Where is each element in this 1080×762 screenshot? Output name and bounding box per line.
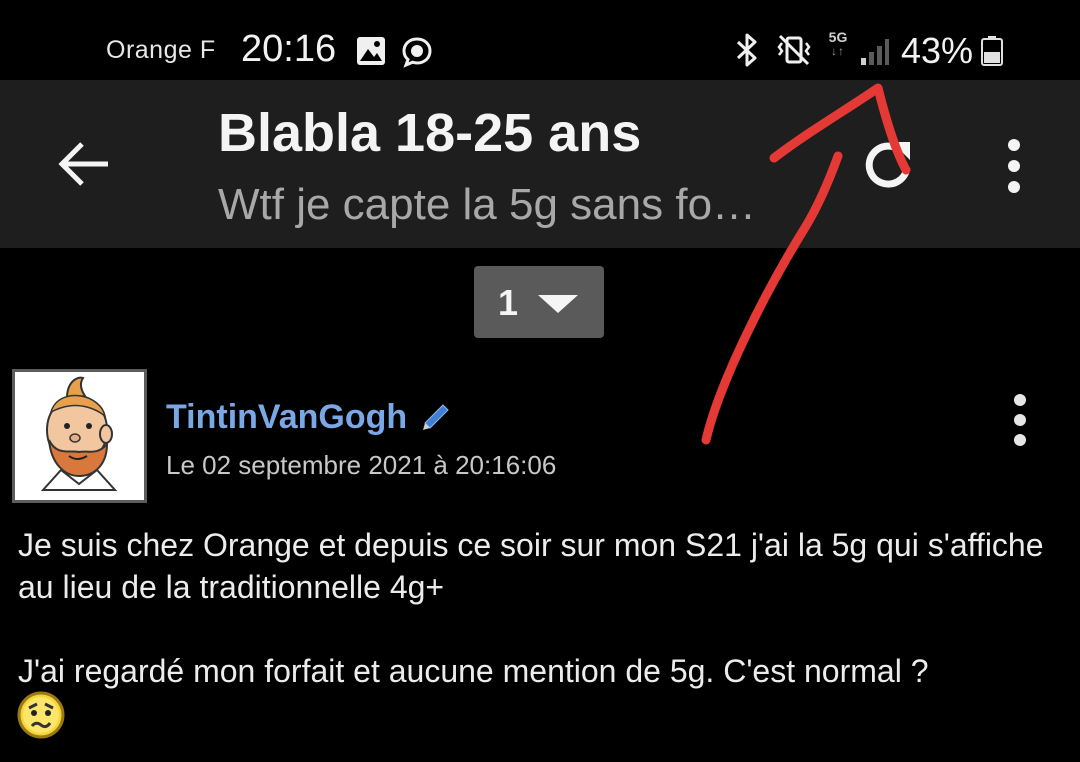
more-vert-icon[interactable]	[990, 136, 1038, 196]
avatar-image	[15, 372, 144, 500]
post-paragraph: J'ai regardé mon forfait et aucune menti…	[18, 653, 929, 689]
page-selector[interactable]: 1	[474, 266, 604, 338]
topic-forum-title: Blabla 18-25 ans	[218, 103, 642, 163]
post-paragraph: Je suis chez Orange et depuis ce soir su…	[18, 527, 1044, 605]
back-arrow-icon[interactable]	[52, 132, 116, 196]
topic-subtitle: Wtf je capte la 5g sans fo…	[218, 180, 757, 229]
post-body: Je suis chez Orange et depuis ce soir su…	[18, 524, 1058, 692]
carrier-name: Orange F	[106, 36, 216, 64]
chat-bubble-icon	[402, 37, 432, 68]
status-bar: Orange F 20:16 5G ↓↑ 43%	[0, 0, 1080, 80]
current-page-number: 1	[498, 282, 519, 323]
pencil-icon	[422, 404, 449, 430]
bluetooth-icon	[736, 33, 757, 67]
avatar[interactable]	[12, 369, 147, 503]
post-timestamp: Le 02 septembre 2021 à 20:16:06	[166, 450, 557, 480]
refresh-icon[interactable]	[858, 136, 918, 196]
post-author-line: TintinVanGogh	[166, 398, 450, 438]
status-time: 20:16	[241, 28, 337, 70]
battery-icon	[981, 36, 1003, 66]
app-bar: Blabla 18-25 ans Wtf je capte la 5g sans…	[0, 80, 1080, 248]
confused-smiley-icon	[17, 691, 65, 739]
chevron-down-icon	[538, 295, 578, 313]
data-activity-arrows: ↓↑	[831, 44, 845, 58]
post-more-vert-icon[interactable]	[998, 392, 1042, 448]
gallery-icon	[357, 37, 385, 65]
5g-icon: 5G ↓↑	[825, 30, 851, 58]
network-type-label: 5G	[828, 29, 848, 45]
post-author-name[interactable]: TintinVanGogh	[166, 398, 407, 436]
vibrate-mute-icon	[777, 34, 811, 66]
battery-percent: 43%	[901, 30, 974, 71]
signal-icon	[861, 39, 889, 65]
